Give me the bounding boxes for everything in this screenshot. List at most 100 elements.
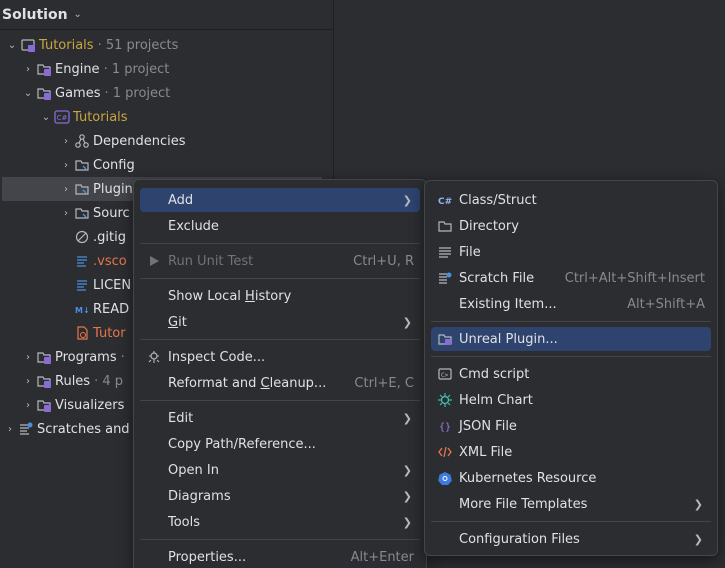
tree-item-source[interactable]: › Sourc — [58, 201, 130, 225]
menu-separator — [140, 278, 420, 279]
csharp-class-icon: C# — [437, 192, 453, 208]
submenu-item-file[interactable]: File — [431, 240, 711, 264]
menu-item-label: Open In — [168, 462, 219, 478]
menu-item-open-in[interactable]: Open In ❯ — [140, 458, 420, 482]
menu-item-label: Show Local History — [168, 288, 292, 304]
submenu-item-scratch-file[interactable]: Scratch File Ctrl+Alt+Shift+Insert — [431, 266, 711, 290]
menu-item-exclude[interactable]: Exclude — [140, 214, 420, 238]
chevron-right-icon[interactable]: › — [58, 136, 74, 147]
submenu-item-json-file[interactable]: {} JSON File — [431, 414, 711, 438]
folder-icon — [36, 85, 52, 101]
menu-item-properties[interactable]: Properties... Alt+Enter — [140, 545, 420, 568]
inspect-icon — [146, 349, 162, 365]
tree-item-games[interactable]: ⌄ Games · 1 project — [20, 81, 170, 105]
folder-icon — [437, 218, 453, 234]
folder-icon — [74, 205, 90, 221]
tree-item-programs[interactable]: › Programs · — [20, 345, 125, 369]
tree-item-tutorials-root[interactable]: ⌄ Tutorials · 51 projects — [4, 33, 179, 57]
chevron-right-icon[interactable]: › — [58, 208, 74, 219]
tree-item-dependencies[interactable]: › Dependencies — [58, 129, 186, 153]
chevron-right-icon[interactable]: › — [58, 184, 74, 195]
scratches-icon — [18, 421, 34, 437]
menu-item-label: Diagrams — [168, 488, 231, 504]
chevron-down-icon[interactable]: ⌄ — [74, 9, 82, 20]
panel-title[interactable]: Solution — [2, 7, 68, 23]
tree-item-label: Config — [93, 157, 135, 173]
menu-item-git[interactable]: Git ❯ — [140, 310, 420, 334]
tree-item-gitignore[interactable]: .gitig — [74, 225, 126, 249]
helm-icon — [437, 392, 453, 408]
menu-item-label: Tools — [168, 514, 201, 530]
tree-item-label: Rules — [55, 373, 91, 389]
menu-item-label: Edit — [168, 410, 194, 426]
folder-icon — [36, 373, 52, 389]
cmd-script-icon: C> — [437, 366, 453, 382]
submenu-item-helm-chart[interactable]: Helm Chart — [431, 388, 711, 412]
tree-item-label: .vsco — [93, 253, 127, 269]
chevron-right-icon[interactable]: › — [2, 424, 18, 435]
tree-item-scratches[interactable]: › Scratches and — [2, 417, 130, 441]
menu-separator — [140, 539, 420, 540]
tree-item-tutorials-project[interactable]: ⌄ C# Tutorials — [38, 105, 128, 129]
submenu-item-class-struct[interactable]: C# Class/Struct — [431, 188, 711, 212]
menu-item-add[interactable]: Add ❯ — [140, 188, 420, 212]
json-icon: {} — [437, 418, 453, 434]
menu-separator — [140, 243, 420, 244]
tree-item-readme[interactable]: M↓ READ — [74, 297, 129, 321]
chevron-down-icon[interactable]: ⌄ — [38, 112, 54, 123]
tree-item-label: Plugin — [93, 181, 133, 197]
tree-item-config[interactable]: › Config — [58, 153, 135, 177]
tree-item-meta: · 4 p — [94, 373, 123, 389]
tree-item-label: LICEN — [93, 277, 132, 293]
chevron-right-icon[interactable]: › — [20, 376, 36, 387]
submenu-item-cmd-script[interactable]: C> Cmd script — [431, 362, 711, 386]
tree-item-engine[interactable]: › Engine · 1 project — [20, 57, 169, 81]
svg-text:C#: C# — [57, 114, 68, 122]
tree-item-license[interactable]: LICEN — [74, 273, 131, 297]
chevron-down-icon[interactable]: ⌄ — [20, 88, 36, 99]
text-file-icon — [437, 244, 453, 260]
tree-item-meta: · 51 projects — [97, 37, 179, 53]
chevron-right-icon[interactable]: › — [58, 160, 74, 171]
menu-item-label: File — [459, 244, 481, 260]
menu-item-shortcut: Alt+Enter — [350, 549, 414, 565]
submenu-item-existing-item[interactable]: Existing Item... Alt+Shift+A — [431, 292, 711, 316]
menu-item-label: Copy Path/Reference... — [168, 436, 316, 452]
submenu-item-xml-file[interactable]: XML File — [431, 440, 711, 464]
submenu-item-more-file-templates[interactable]: More File Templates ❯ — [431, 492, 711, 516]
tree-item-rules[interactable]: › Rules · 4 p — [20, 369, 123, 393]
menu-item-diagrams[interactable]: Diagrams ❯ — [140, 484, 420, 508]
tree-item-visualizers[interactable]: › Visualizers — [20, 393, 124, 417]
menu-item-label: Kubernetes Resource — [459, 470, 597, 486]
tree-item-vscode[interactable]: .vsco — [74, 249, 127, 273]
menu-item-reformat[interactable]: Reformat and Cleanup... Ctrl+E, C — [140, 371, 420, 395]
chevron-right-icon[interactable]: › — [20, 64, 36, 75]
tree-item-label: Sourc — [93, 205, 130, 221]
submenu-item-directory[interactable]: Directory — [431, 214, 711, 238]
chevron-down-icon[interactable]: ⌄ — [4, 40, 20, 51]
menu-item-label: Cmd script — [459, 366, 530, 382]
chevron-right-icon: ❯ — [402, 193, 412, 207]
scratch-file-icon — [437, 270, 453, 286]
menu-item-show-local-history[interactable]: Show Local History — [140, 284, 420, 308]
submenu-item-configuration-files[interactable]: Configuration Files ❯ — [431, 527, 711, 551]
tree-item-meta: · 1 project — [104, 85, 171, 101]
tree-item-tutor[interactable]: Tutor — [74, 321, 126, 345]
menu-item-shortcut: Ctrl+U, R — [353, 253, 414, 269]
menu-item-tools[interactable]: Tools ❯ — [140, 510, 420, 534]
menu-item-run-unit-test[interactable]: Run Unit Test Ctrl+U, R — [140, 249, 420, 273]
run-icon — [146, 253, 162, 269]
submenu-item-unreal-plugin[interactable]: Unreal Plugin... — [431, 327, 711, 351]
chevron-right-icon[interactable]: › — [20, 400, 36, 411]
svg-text:C#: C# — [438, 197, 452, 207]
menu-item-label: Reformat and Cleanup... — [168, 375, 327, 391]
menu-item-inspect-code[interactable]: Inspect Code... — [140, 345, 420, 369]
menu-item-edit[interactable]: Edit ❯ — [140, 406, 420, 430]
menu-item-label: Scratch File — [459, 270, 535, 286]
menu-item-copy-path[interactable]: Copy Path/Reference... — [140, 432, 420, 456]
menu-item-label: XML File — [459, 444, 513, 460]
chevron-right-icon[interactable]: › — [20, 352, 36, 363]
menu-separator — [431, 321, 711, 322]
submenu-item-kubernetes-resource[interactable]: Kubernetes Resource — [431, 466, 711, 490]
tree-item-label: Engine — [55, 61, 100, 77]
